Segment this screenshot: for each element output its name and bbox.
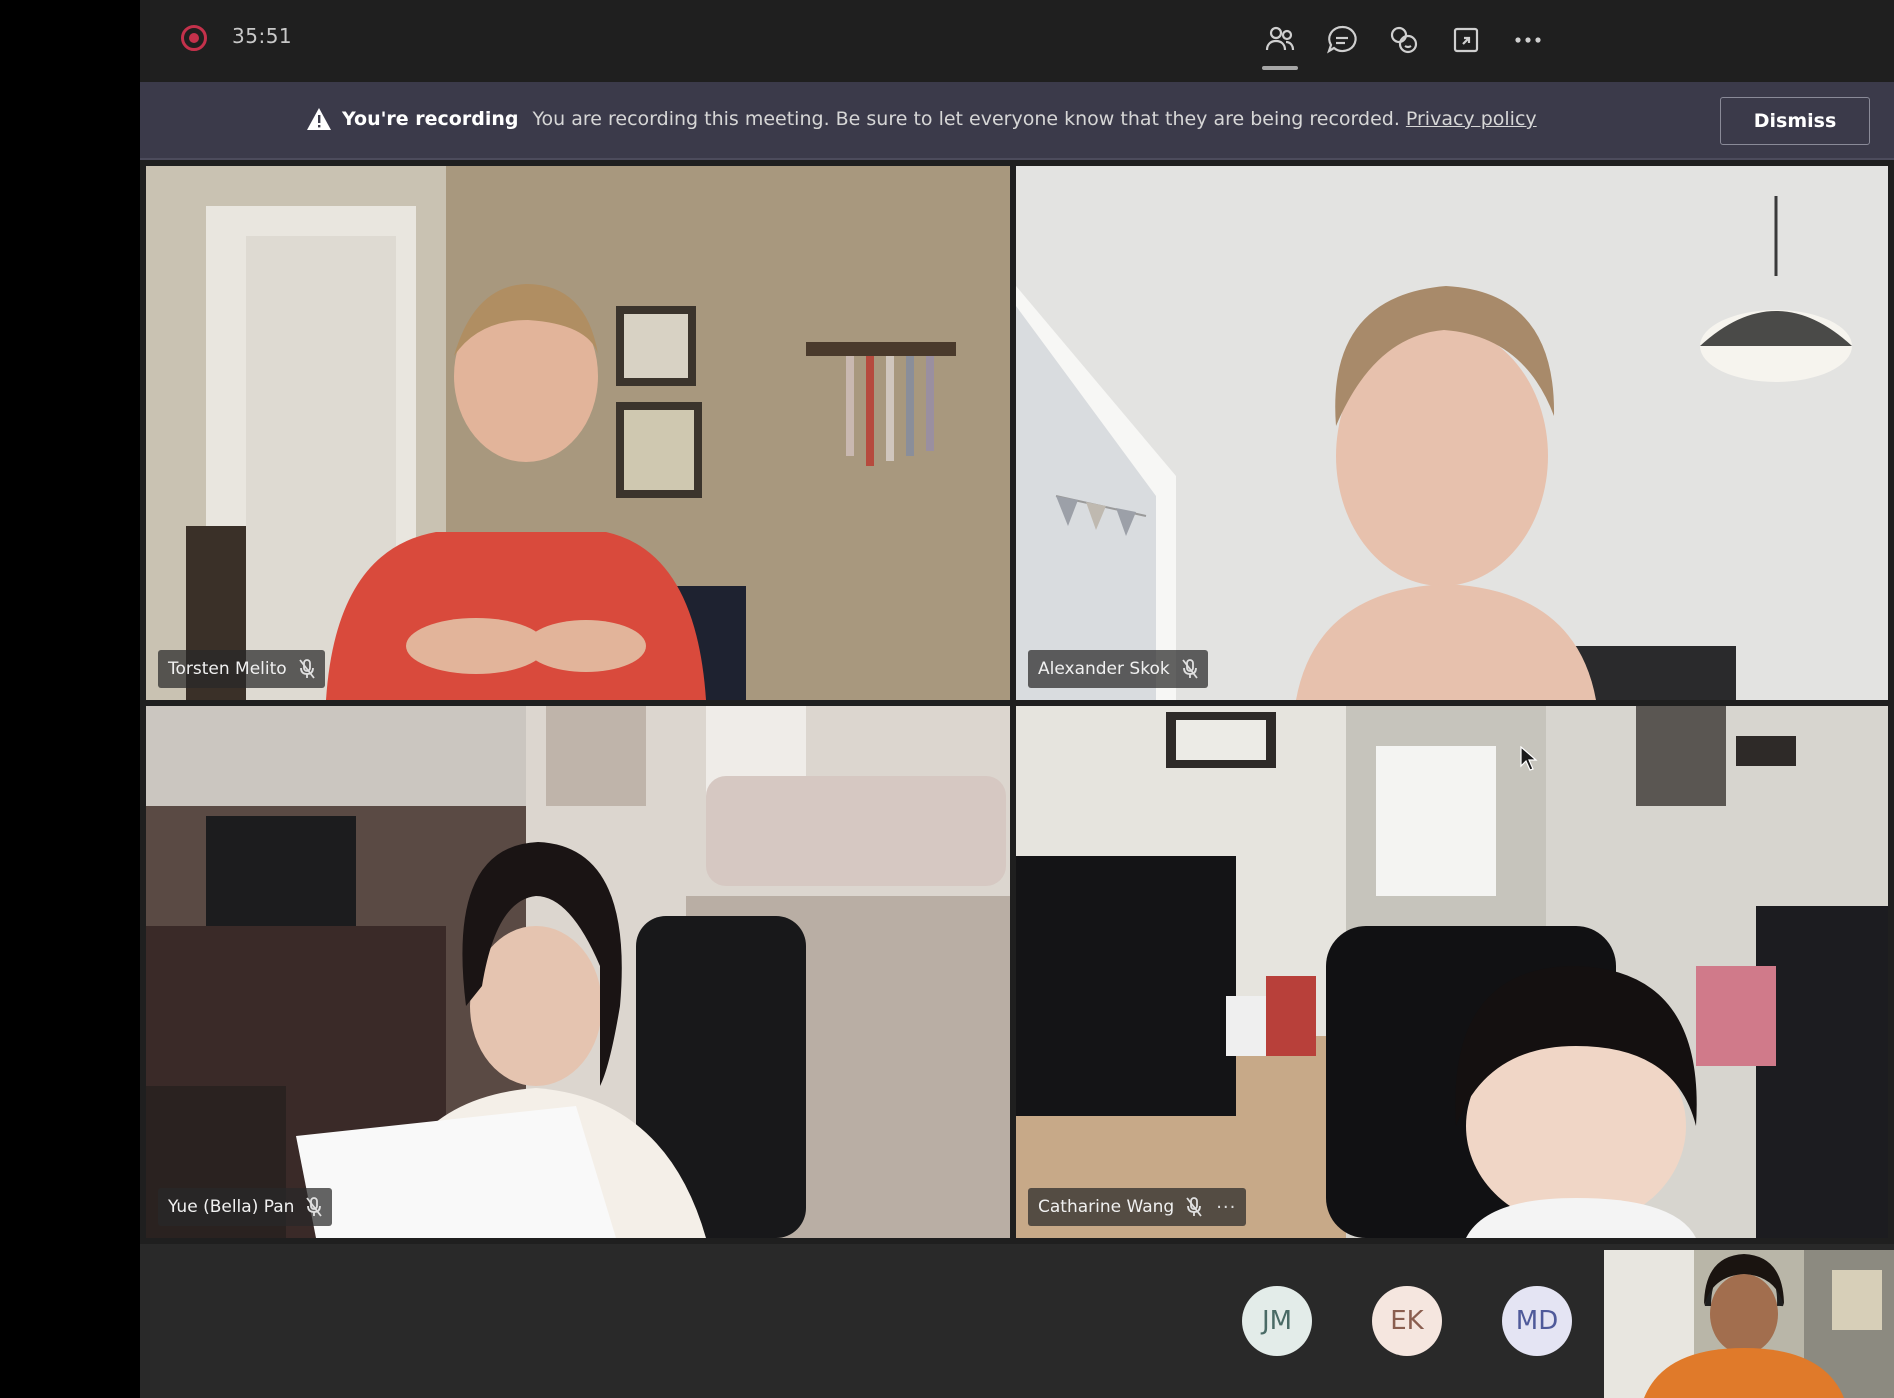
mouse-cursor-icon (1520, 745, 1538, 776)
video-tile-alexander[interactable]: Alexander Skok (1016, 166, 1888, 700)
banner-title: You're recording (342, 108, 519, 130)
share-tray-icon[interactable] (1442, 16, 1490, 64)
dismiss-button[interactable]: Dismiss (1720, 97, 1870, 145)
video-feed-catharine (1016, 706, 1888, 1238)
participant-name-tag: Torsten Melito (158, 650, 325, 688)
recording-banner: You're recording You are recording this … (140, 82, 1894, 160)
video-tile-torsten[interactable]: Torsten Melito (146, 166, 1010, 700)
participants-active-indicator (1262, 66, 1298, 70)
avatar-initials: MD (1515, 1306, 1559, 1336)
mic-off-icon (1181, 659, 1198, 679)
chat-icon[interactable] (1318, 16, 1366, 64)
participant-more-options[interactable]: ··· (1216, 1197, 1236, 1218)
mic-off-icon (1186, 1197, 1202, 1217)
participant-avatar-md[interactable]: MD (1502, 1286, 1572, 1356)
privacy-policy-link[interactable]: Privacy policy (1406, 108, 1537, 130)
banner-message: You are recording this meeting. Be sure … (532, 108, 1400, 130)
participant-name-tag: Alexander Skok (1028, 650, 1208, 688)
video-grid: Torsten Melito Alexander Skok Yue (Bella… (140, 160, 1894, 1244)
participant-name: Alexander Skok (1038, 659, 1170, 679)
warning-icon (306, 107, 332, 131)
meeting-top-bar: 35:51 (140, 0, 1894, 82)
avatar-initials: EK (1390, 1306, 1424, 1336)
teams-meeting-window: 35:51 You're recording You are recording… (140, 0, 1894, 1398)
video-tile-catharine[interactable]: Catharine Wang ··· (1016, 706, 1888, 1238)
participant-name-tag: Catharine Wang ··· (1028, 1188, 1247, 1226)
participant-avatar-jm[interactable]: JM (1242, 1286, 1312, 1356)
more-options-icon[interactable] (1504, 16, 1552, 64)
self-view-feed (1604, 1250, 1894, 1398)
avatar-initials: JM (1261, 1306, 1293, 1336)
video-feed-torsten (146, 166, 1010, 700)
mic-off-icon (298, 659, 315, 679)
participant-avatar-ek[interactable]: EK (1372, 1286, 1442, 1356)
video-feed-bella (146, 706, 1010, 1238)
participant-name: Catharine Wang (1038, 1197, 1175, 1217)
meeting-timer: 35:51 (232, 24, 293, 48)
reactions-icon[interactable] (1380, 16, 1428, 64)
recording-indicator-icon (181, 25, 207, 51)
left-black-margin (0, 0, 140, 1398)
mic-off-icon (306, 1197, 323, 1217)
participant-name: Yue (Bella) Pan (168, 1197, 295, 1217)
participants-icon[interactable] (1256, 16, 1304, 70)
video-tile-bella[interactable]: Yue (Bella) Pan (146, 706, 1010, 1238)
banner-content: You're recording You are recording this … (306, 107, 1537, 131)
participant-name: Torsten Melito (168, 659, 287, 679)
participant-name-tag: Yue (Bella) Pan (158, 1188, 333, 1226)
video-feed-alexander (1016, 166, 1888, 700)
self-view-video[interactable] (1604, 1250, 1894, 1398)
meeting-bottom-bar: JM EK MD (140, 1244, 1894, 1398)
